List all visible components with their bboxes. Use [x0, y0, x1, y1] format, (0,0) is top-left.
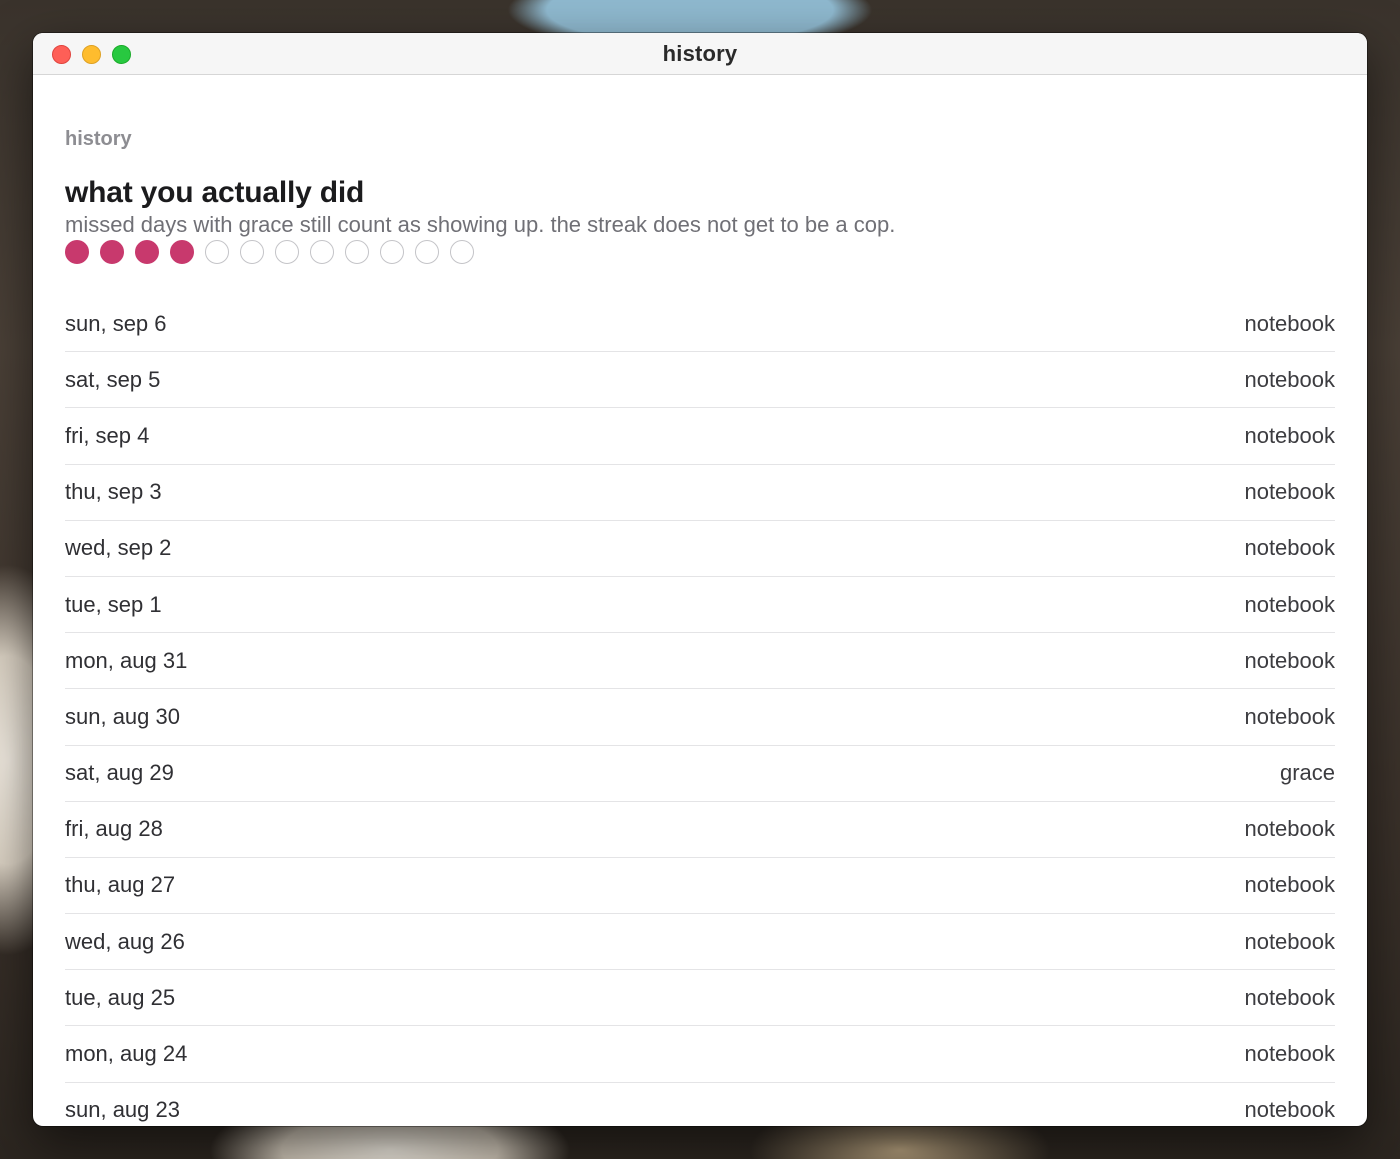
- streak-dot-empty: [345, 240, 369, 264]
- history-row[interactable]: sun, sep 6 notebook: [65, 296, 1335, 353]
- history-date: mon, aug 31: [65, 647, 188, 673]
- history-row[interactable]: wed, aug 26 notebook: [65, 914, 1335, 971]
- history-date: thu, sep 3: [65, 479, 162, 505]
- main-content: history what you actually did missed day…: [33, 127, 1367, 1126]
- streak-dot-filled: [100, 240, 124, 264]
- minimize-button[interactable]: [82, 45, 101, 64]
- history-kind: notebook: [1244, 984, 1335, 1010]
- history-kind: notebook: [1244, 366, 1335, 392]
- history-kind: notebook: [1244, 1097, 1335, 1123]
- streak-dot-filled: [170, 240, 194, 264]
- window-title: history: [662, 40, 738, 66]
- history-date: fri, aug 28: [65, 816, 163, 842]
- history-row[interactable]: fri, aug 28 notebook: [65, 802, 1335, 858]
- streak-dot-empty: [240, 240, 264, 264]
- history-kind: notebook: [1244, 591, 1335, 617]
- streak-dot-empty: [415, 240, 439, 264]
- history-row[interactable]: thu, aug 27 notebook: [65, 858, 1335, 915]
- history-row[interactable]: sun, aug 30 notebook: [65, 689, 1335, 746]
- zoom-button[interactable]: [112, 45, 131, 64]
- history-kind: notebook: [1244, 535, 1335, 561]
- history-date: sun, aug 30: [65, 703, 180, 729]
- section-eyebrow: history: [65, 128, 132, 150]
- history-kind: notebook: [1244, 1041, 1335, 1067]
- history-date: thu, aug 27: [65, 872, 176, 898]
- history-kind: notebook: [1244, 310, 1335, 336]
- history-date: sat, aug 29: [65, 760, 174, 786]
- streak-dot-empty: [205, 240, 229, 264]
- history-row[interactable]: fri, sep 4 notebook: [65, 408, 1335, 465]
- history-row[interactable]: sat, aug 29 grace: [65, 746, 1335, 802]
- streak-dot-empty: [380, 240, 404, 264]
- streak-dot-filled: [135, 240, 159, 264]
- history-kind: notebook: [1244, 647, 1335, 673]
- history-date: sun, sep 6: [65, 310, 167, 336]
- history-row[interactable]: mon, aug 31 notebook: [65, 633, 1335, 690]
- history-kind: grace: [1279, 760, 1335, 786]
- streak-dot-empty: [450, 240, 474, 264]
- history-date: tue, sep 1: [65, 591, 162, 617]
- history-date: mon, aug 24: [65, 1041, 188, 1067]
- history-row[interactable]: sat, sep 5 notebook: [65, 352, 1335, 409]
- streak-dot-empty: [275, 240, 299, 264]
- history-kind: notebook: [1244, 422, 1335, 448]
- history-row[interactable]: tue, sep 1 notebook: [65, 577, 1335, 634]
- history-row[interactable]: wed, sep 2 notebook: [65, 521, 1335, 577]
- history-date: tue, aug 25: [65, 984, 176, 1010]
- history-kind: notebook: [1244, 703, 1335, 729]
- history-kind: notebook: [1244, 928, 1335, 954]
- title-bar[interactable]: history: [33, 33, 1367, 75]
- streak-dot-filled: [65, 240, 89, 264]
- history-row[interactable]: thu, sep 3 notebook: [65, 465, 1335, 521]
- history-row[interactable]: mon, aug 24 notebook: [65, 1026, 1335, 1083]
- history-kind: notebook: [1244, 816, 1335, 842]
- streak-dots: [65, 240, 1335, 264]
- history-date: sat, sep 5: [65, 366, 161, 392]
- streak-dot-empty: [310, 240, 334, 264]
- traffic-lights: [52, 45, 131, 64]
- page-subtitle: missed days with grace still count as sh…: [65, 212, 896, 237]
- app-window: history history what you actually did mi…: [33, 33, 1367, 1126]
- history-row[interactable]: tue, aug 25 notebook: [65, 970, 1335, 1027]
- history-date: fri, sep 4: [65, 422, 150, 448]
- history-list: sun, sep 6 notebook sat, sep 5 notebook fri,…: [65, 296, 1335, 1126]
- history-date: wed, aug 26: [65, 928, 185, 954]
- history-date: sun, aug 23: [65, 1097, 180, 1123]
- close-button[interactable]: [52, 45, 71, 64]
- history-kind: notebook: [1244, 479, 1335, 505]
- history-row[interactable]: sun, aug 23 notebook: [65, 1083, 1335, 1126]
- history-kind: notebook: [1244, 872, 1335, 898]
- history-date: wed, sep 2: [65, 535, 172, 561]
- page-title: what you actually did: [65, 176, 365, 209]
